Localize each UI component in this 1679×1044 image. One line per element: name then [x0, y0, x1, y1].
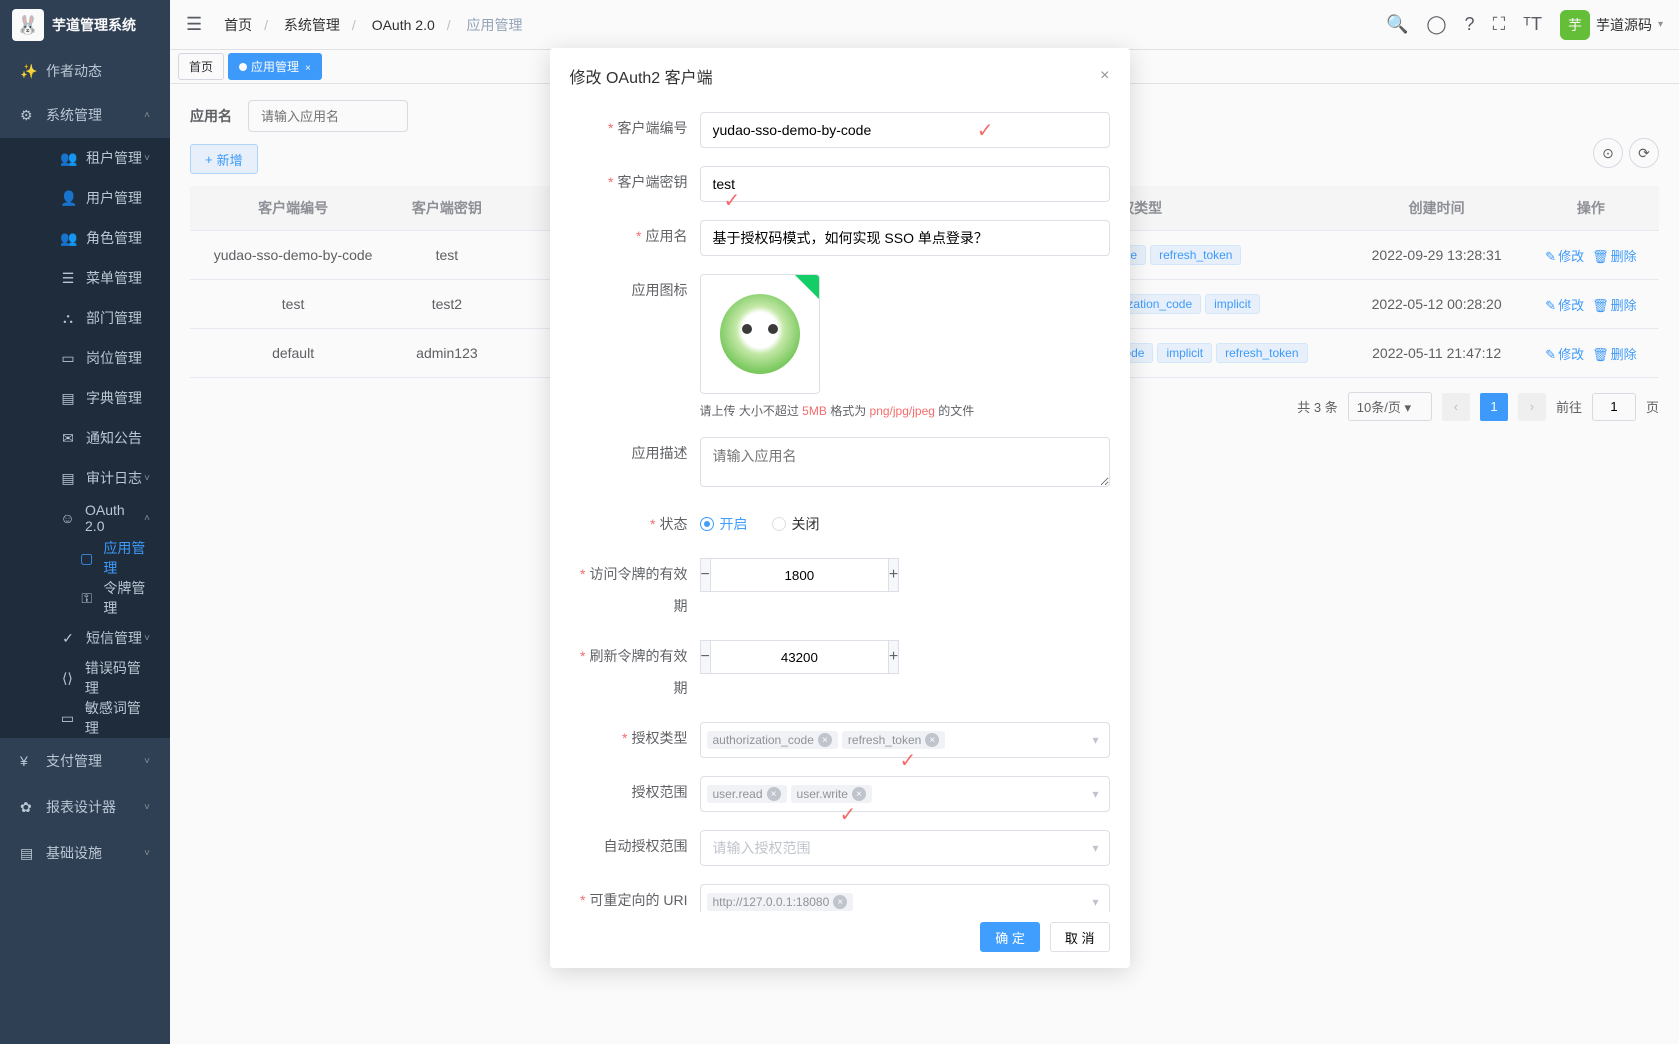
app-icon-preview — [720, 294, 800, 374]
modal-mask: 修改 OAuth2 客户端 × *客户端编号 ✓ *客户端密钥 ✓ — [0, 0, 1679, 1044]
access-exp-input[interactable] — [711, 558, 888, 592]
upload-hint: 请上传 大小不超过 5MB 格式为 png/jpg/jpeg 的文件 — [700, 402, 1110, 419]
redirect-select[interactable]: http://127.0.0.1:18080× ▾ — [700, 884, 1110, 912]
modal: 修改 OAuth2 客户端 × *客户端编号 ✓ *客户端密钥 ✓ — [550, 48, 1130, 968]
label-client-secret: 客户端密钥 — [618, 174, 688, 190]
remove-tag-icon[interactable]: × — [925, 733, 939, 747]
remove-tag-icon[interactable]: × — [833, 895, 847, 909]
label-app-name: 应用名 — [646, 228, 688, 244]
upload-corner-icon — [795, 275, 819, 299]
increase-button[interactable]: + — [888, 558, 899, 592]
label-scope: 授权范围 — [632, 784, 688, 800]
chevron-down-icon: ▾ — [1092, 895, 1098, 909]
decrease-button[interactable]: − — [700, 640, 711, 674]
auto-scope-select[interactable]: 请输入授权范围▾ — [700, 830, 1110, 866]
label-app-icon: 应用图标 — [632, 282, 688, 298]
label-client-id: 客户端编号 — [618, 120, 688, 136]
status-off-radio[interactable]: 关闭 — [772, 514, 820, 534]
modal-footer: 确 定 取 消 — [550, 912, 1130, 968]
status-on-radio[interactable]: 开启 — [700, 514, 748, 534]
selected-tag: http://127.0.0.1:18080× — [707, 893, 854, 911]
remove-tag-icon[interactable]: × — [818, 733, 832, 747]
client-id-input[interactable] — [700, 112, 1110, 148]
auth-type-select[interactable]: authorization_code×refresh_token× ▾ — [700, 722, 1110, 758]
modal-body: *客户端编号 ✓ *客户端密钥 ✓ *应用名 — [550, 104, 1130, 912]
status-radio-group: 开启 关闭 — [700, 508, 1110, 540]
chevron-down-icon: ▾ — [1092, 787, 1098, 801]
access-exp-stepper: − + — [700, 558, 860, 592]
remove-tag-icon[interactable]: × — [767, 787, 781, 801]
confirm-button[interactable]: 确 定 — [980, 922, 1040, 952]
selected-tag: authorization_code× — [707, 731, 838, 749]
refresh-exp-input[interactable] — [711, 640, 888, 674]
label-auth-type: 授权类型 — [632, 730, 688, 746]
refresh-exp-stepper: − + — [700, 640, 860, 674]
label-refresh-exp: 刷新令牌的有效期 — [590, 648, 688, 696]
remove-tag-icon[interactable]: × — [852, 787, 866, 801]
selected-tag: user.read× — [707, 785, 787, 803]
close-icon[interactable]: × — [1100, 67, 1109, 85]
increase-button[interactable]: + — [888, 640, 899, 674]
modal-title: 修改 OAuth2 客户端 — [570, 64, 713, 88]
label-access-exp: 访问令牌的有效期 — [590, 566, 688, 614]
modal-header: 修改 OAuth2 客户端 × — [550, 48, 1130, 104]
chevron-down-icon: ▾ — [1092, 733, 1098, 747]
label-app-desc: 应用描述 — [632, 445, 688, 461]
label-status: 状态 — [660, 516, 688, 532]
decrease-button[interactable]: − — [700, 558, 711, 592]
client-secret-input[interactable] — [700, 166, 1110, 202]
app-name-input[interactable] — [700, 220, 1110, 256]
chevron-down-icon: ▾ — [1092, 841, 1098, 855]
label-redirect: 可重定向的 URI 地址 — [590, 892, 688, 912]
selected-tag: user.write× — [791, 785, 872, 803]
label-auto-scope: 自动授权范围 — [604, 838, 688, 854]
app-desc-textarea[interactable] — [700, 437, 1110, 487]
cancel-button[interactable]: 取 消 — [1050, 922, 1110, 952]
upload-box[interactable] — [700, 274, 820, 394]
scope-select[interactable]: user.read×user.write× ▾ — [700, 776, 1110, 812]
selected-tag: refresh_token× — [842, 731, 945, 749]
